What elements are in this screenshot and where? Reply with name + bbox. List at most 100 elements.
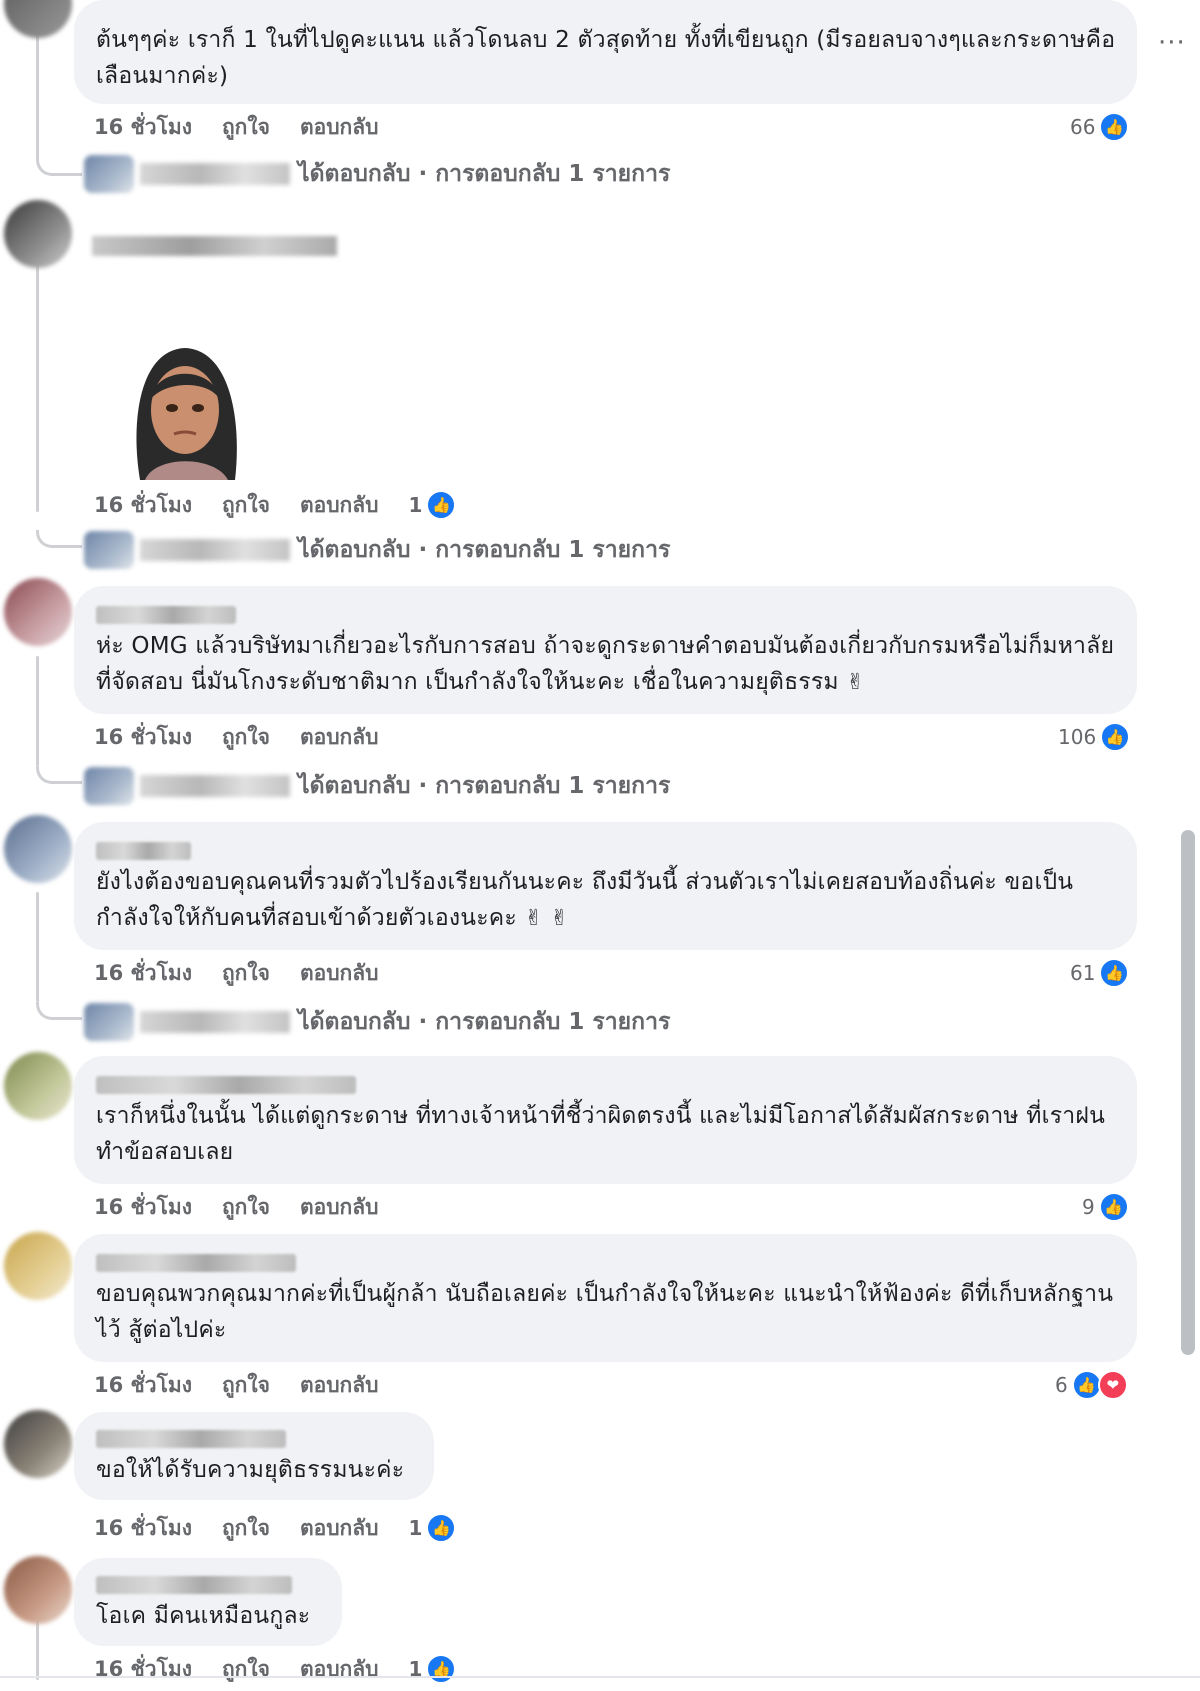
reply-avatar (84, 1003, 134, 1041)
like-icon: 👍 (1100, 722, 1131, 752)
scrollbar[interactable] (1181, 830, 1195, 1355)
reaction-number: 1 (408, 1516, 423, 1540)
comment-bubble: โอเค มีคนเหมือนกูละ (74, 1558, 342, 1646)
avatar[interactable] (4, 0, 72, 38)
reaction-number: 106 (1058, 725, 1097, 749)
heart-icon: ❤ (1097, 1370, 1128, 1400)
view-replies[interactable]: ได้ตอบกลับ · การตอบกลับ 1 รายการ (84, 766, 670, 806)
reaction-count[interactable]: 1 👍 (408, 490, 457, 520)
avatar[interactable] (4, 1556, 72, 1624)
reaction-number: 9 (1082, 1195, 1095, 1219)
thread-connector (36, 1002, 82, 1020)
like-button[interactable]: ถูกใจ (222, 957, 270, 990)
comment-text: ขอให้ได้รับความยุติธรรมนะค่ะ (96, 1457, 405, 1483)
more-options-icon[interactable]: ··· (1158, 28, 1186, 58)
reaction-number: 6 (1055, 1373, 1068, 1397)
avatar[interactable] (4, 815, 72, 883)
reaction-count[interactable]: 61 👍 (1070, 958, 1130, 988)
comment-time: 16 ชั่วโมง (94, 1515, 192, 1540)
comment-bubble: ต้นๆๆค่ะ เราก็ 1 ในที่ไปดูคะแนน แล้วโดนล… (74, 0, 1137, 104)
comment-time: 16 ชั่วโมง (94, 1194, 192, 1219)
reaction-number: 1 (408, 493, 423, 517)
author-name[interactable] (96, 1576, 292, 1594)
like-icon: 👍 (426, 1513, 457, 1543)
like-button[interactable]: ถูกใจ (222, 489, 270, 522)
avatar[interactable] (4, 578, 72, 646)
comment-bubble: ขอบคุณพวกคุณมากค่ะที่เป็นผู้กล้า นับถือเ… (74, 1234, 1137, 1362)
reaction-count[interactable]: 6 👍 ❤ (1055, 1370, 1128, 1400)
reaction-number: 61 (1070, 961, 1096, 985)
replies-link[interactable]: ได้ตอบกลับ · การตอบกลับ 1 รายการ (298, 532, 670, 568)
reaction-count[interactable]: 9 👍 (1082, 1192, 1129, 1222)
like-icon: 👍 (426, 1654, 457, 1684)
reply-button[interactable]: ตอบกลับ (300, 489, 379, 522)
reply-button[interactable]: ตอบกลับ (300, 1512, 379, 1545)
comment-actions: 16 ชั่วโมง ถูกใจ ตอบกลับ (94, 112, 378, 142)
comment-actions: 16 ชั่วโมง ถูกใจ ตอบกลับ (94, 1370, 378, 1400)
reaction-count[interactable]: 106 👍 (1058, 722, 1131, 752)
replies-link[interactable]: ได้ตอบกลับ · การตอบกลับ 1 รายการ (298, 156, 670, 192)
author-name[interactable] (96, 1076, 356, 1094)
reply-avatar (84, 531, 134, 569)
author-name[interactable] (96, 842, 191, 860)
comment-text: ต้นๆๆค่ะ เราก็ 1 ในที่ไปดูคะแนน แล้วโดนล… (96, 27, 1116, 89)
thread-connector (36, 766, 82, 784)
avatar[interactable] (4, 1232, 72, 1300)
comment-time: 16 ชั่วโมง (94, 960, 192, 985)
like-icon: 👍 (1098, 1192, 1129, 1222)
reply-button[interactable]: ตอบกลับ (300, 1191, 379, 1224)
comment-actions: 16 ชั่วโมง ถูกใจ ตอบกลับ (94, 1192, 378, 1222)
avatar[interactable] (4, 1052, 72, 1120)
reply-author-name (140, 1011, 290, 1033)
reply-author-name (140, 775, 290, 797)
like-button[interactable]: ถูกใจ (222, 1512, 270, 1545)
reply-button[interactable]: ตอบกลับ (300, 111, 379, 144)
like-button[interactable]: ถูกใจ (222, 1191, 270, 1224)
author-name[interactable] (96, 1430, 286, 1448)
comment-time: 16 ชั่วโมง (94, 1372, 192, 1397)
like-button[interactable]: ถูกใจ (222, 111, 270, 144)
comment-actions: 16 ชั่วโมง ถูกใจ ตอบกลับ 1 👍 (94, 1653, 457, 1686)
comment-actions: 16 ชั่วโมง ถูกใจ ตอบกลับ 1 👍 (94, 1512, 457, 1545)
thread-connector (36, 530, 82, 548)
comment-time: 16 ชั่วโมง (94, 724, 192, 749)
like-icon: 👍 (1099, 958, 1130, 988)
comment-text: ห่ะ OMG แล้วบริษัทมาเกี่ยวอะไรกับการสอบ … (96, 633, 1115, 695)
like-icon: 👍 (1099, 112, 1130, 142)
thread-line (36, 262, 39, 512)
author-name[interactable] (96, 606, 236, 624)
replies-link[interactable]: ได้ตอบกลับ · การตอบกลับ 1 รายการ (298, 1004, 670, 1040)
reaction-count[interactable]: 1 👍 (408, 1654, 457, 1684)
like-button[interactable]: ถูกใจ (222, 721, 270, 754)
comment-text: โอเค มีคนเหมือนกูละ (96, 1603, 311, 1629)
reply-button[interactable]: ตอบกลับ (300, 1369, 379, 1402)
comment-bubble: ยังไงต้องขอบคุณคนที่รวมตัวไปร้องเรียนกัน… (74, 822, 1137, 950)
like-button[interactable]: ถูกใจ (222, 1653, 270, 1686)
like-icon: 👍 (426, 490, 457, 520)
reply-button[interactable]: ตอบกลับ (300, 721, 379, 754)
reply-button[interactable]: ตอบกลับ (300, 957, 379, 990)
reaction-count[interactable]: 1 👍 (408, 1513, 457, 1543)
view-replies[interactable]: ได้ตอบกลับ · การตอบกลับ 1 รายการ (84, 530, 670, 570)
comment-bubble: ขอให้ได้รับความยุติธรรมนะค่ะ (74, 1412, 434, 1500)
reply-button[interactable]: ตอบกลับ (300, 1653, 379, 1686)
comment-actions: 16 ชั่วโมง ถูกใจ ตอบกลับ (94, 722, 378, 752)
author-name[interactable] (92, 236, 337, 256)
comment-text: ขอบคุณพวกคุณมากค่ะที่เป็นผู้กล้า นับถือเ… (96, 1281, 1114, 1343)
comment-actions: 16 ชั่วโมง ถูกใจ ตอบกลับ 1 👍 (94, 489, 457, 522)
reply-avatar (84, 155, 134, 193)
reaction-count[interactable]: 66 👍 (1070, 112, 1130, 142)
avatar[interactable] (4, 1410, 72, 1478)
like-button[interactable]: ถูกใจ (222, 1369, 270, 1402)
replies-link[interactable]: ได้ตอบกลับ · การตอบกลับ 1 รายการ (298, 768, 670, 804)
reaction-number: 66 (1070, 115, 1096, 139)
view-replies[interactable]: ได้ตอบกลับ · การตอบกลับ 1 รายการ (84, 154, 670, 194)
view-replies[interactable]: ได้ตอบกลับ · การตอบกลับ 1 รายการ (84, 1002, 670, 1042)
comment-text: เราก็หนึ่งในนั้น ได้แต่ดูกระดาษ ที่ทางเจ… (96, 1103, 1105, 1165)
reply-author-name (140, 163, 290, 185)
avatar[interactable] (4, 200, 72, 268)
author-name[interactable] (96, 1254, 296, 1272)
victory-hand-emoji: ✌ (846, 670, 865, 695)
reply-author-name (140, 539, 290, 561)
thread-connector (36, 158, 82, 176)
